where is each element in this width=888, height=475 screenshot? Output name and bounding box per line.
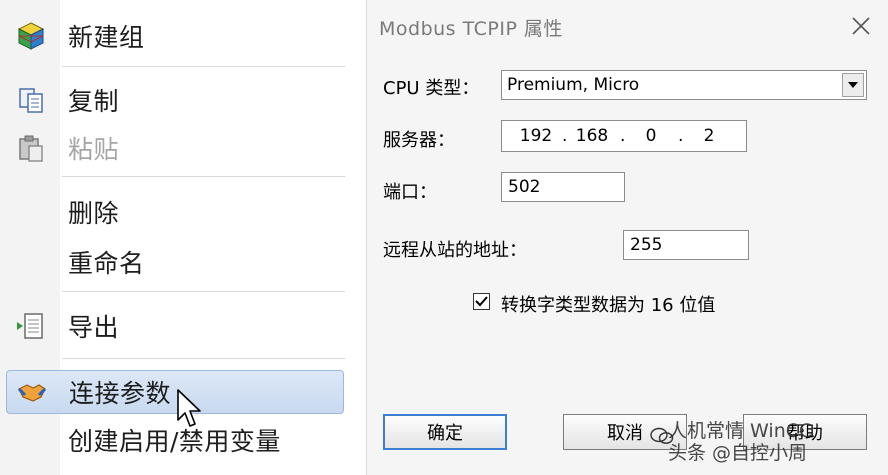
close-icon[interactable] — [847, 12, 875, 40]
menu-item-label: 创建启用/禁用变量 — [68, 427, 281, 456]
port-label: 端口： — [383, 182, 437, 203]
server-label: 服务器： — [383, 130, 455, 151]
menu-item-rename[interactable]: 重命名 — [0, 238, 345, 286]
menu-item-create-enable-disable-var[interactable]: 创建启用/禁用变量 — [0, 416, 345, 464]
convert-16bit-label: 转换字类型数据为 16 位值 — [501, 295, 716, 316]
menu-item-label: 新建组 — [68, 23, 145, 52]
dialog-title: Modbus TCPIP 属性 — [379, 18, 563, 40]
menu-separator — [62, 176, 345, 177]
menu-item-label: 导出 — [68, 313, 120, 342]
convert-16bit-checkbox[interactable] — [473, 293, 490, 310]
menu-separator — [62, 66, 345, 67]
menu-item-label: 粘贴 — [68, 135, 120, 164]
remote-address-label: 远程从站的地址： — [383, 240, 527, 261]
ip-dot: . — [620, 126, 626, 146]
ip-dot: . — [562, 126, 568, 146]
menu-item-paste[interactable]: 粘贴 — [0, 124, 345, 172]
ip-octet-2[interactable]: 168 — [574, 121, 610, 151]
remote-address-input[interactable]: 255 — [623, 230, 749, 260]
copy-icon — [19, 88, 43, 113]
menu-item-delete[interactable]: 删除 — [0, 188, 345, 236]
menu-separator — [62, 358, 345, 359]
cpu-type-label: CPU 类型： — [383, 78, 480, 99]
menu-separator — [62, 291, 345, 292]
port-input[interactable]: 502 — [501, 172, 625, 202]
checkmark-icon — [475, 296, 488, 307]
new-group-cube-icon — [17, 22, 45, 50]
cpu-type-select[interactable]: Premium, Micro — [501, 70, 867, 100]
handshake-icon — [17, 384, 47, 402]
mouse-pointer-icon — [177, 389, 201, 427]
watermark-line-2: 头条 @自控小周 — [668, 442, 808, 464]
cpu-type-value: Premium, Micro — [507, 75, 640, 95]
menu-item-label: 删除 — [68, 199, 120, 228]
menu-item-new-group[interactable]: 新建组 — [0, 12, 345, 60]
context-menu: 新建组 复制 粘贴 删除 重命名 导出 连接参数 创建启用/禁用变量 — [0, 0, 345, 475]
menu-item-connection-params[interactable]: 连接参数 — [6, 370, 344, 414]
server-ip-input[interactable]: 192 . 168 . 0 . 2 — [501, 120, 747, 152]
export-icon — [17, 313, 43, 339]
ok-button[interactable]: 确定 — [383, 414, 507, 450]
menu-item-label: 复制 — [68, 87, 120, 116]
ip-dot: . — [678, 126, 684, 146]
ip-octet-1[interactable]: 192 — [518, 121, 554, 151]
dropdown-arrow[interactable] — [842, 73, 864, 97]
watermark-line-1: 人机常情 WinCC — [668, 420, 813, 442]
chevron-down-icon — [848, 82, 858, 88]
menu-item-label: 连接参数 — [69, 379, 172, 408]
watermark: 人机常情 WinCC 头条 @自控小周 — [668, 420, 812, 464]
modbus-properties-dialog: Modbus TCPIP 属性 CPU 类型： Premium, Micro 服… — [366, 0, 888, 475]
menu-item-label: 重命名 — [68, 249, 145, 278]
menu-item-copy[interactable]: 复制 — [0, 76, 345, 124]
paste-icon — [19, 135, 43, 162]
menu-item-export[interactable]: 导出 — [0, 302, 345, 350]
ip-octet-4[interactable]: 2 — [694, 121, 724, 151]
ip-octet-3[interactable]: 0 — [636, 121, 666, 151]
